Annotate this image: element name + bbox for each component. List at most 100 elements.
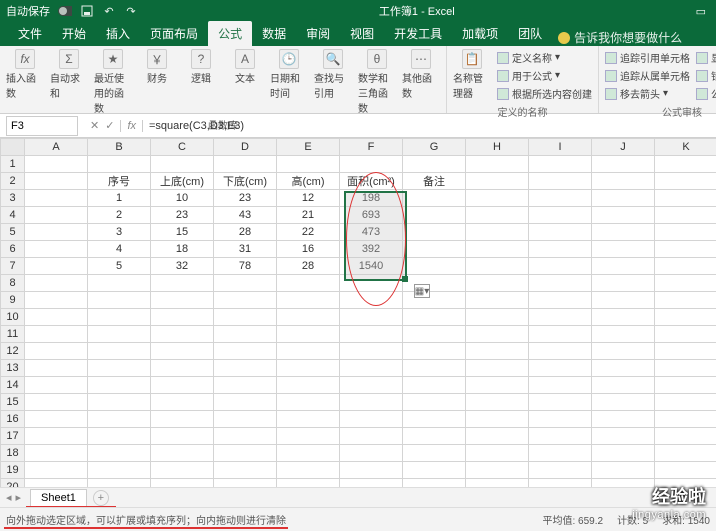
worksheet[interactable]: A B C D E F G H I J K 1 2 序号 上底(cm) 下底(c… <box>0 138 716 498</box>
tab-home[interactable]: 开始 <box>52 21 96 46</box>
ribbon-options-icon[interactable]: ▭ <box>696 5 706 18</box>
col-header-K[interactable]: K <box>655 139 716 156</box>
autosave-switch-icon[interactable] <box>58 4 72 18</box>
col-header-D[interactable]: D <box>214 139 277 156</box>
autosum-button[interactable]: Σ自动求和 <box>50 49 88 100</box>
tab-file[interactable]: 文件 <box>8 21 52 46</box>
sheet-nav-prev-icon[interactable]: ◂ <box>6 491 12 504</box>
define-name-button[interactable]: 定义名称 ▾ <box>497 49 592 66</box>
col-header-J[interactable]: J <box>592 139 655 156</box>
trace-precedents-button[interactable]: 追踪引用单元格 <box>605 49 690 66</box>
sheet-nav-next-icon[interactable]: ▸ <box>16 491 22 504</box>
cell[interactable]: 5 <box>88 258 151 275</box>
cell[interactable]: 22 <box>277 224 340 241</box>
trace-dependents-button[interactable]: 追踪从属单元格 <box>605 67 690 84</box>
cell[interactable]: 28 <box>214 224 277 241</box>
row-header[interactable]: 6 <box>1 241 25 258</box>
recent-fn-button[interactable]: ★最近使用的函数 <box>94 49 132 115</box>
logical-button[interactable]: ?逻辑 <box>182 49 220 85</box>
col-header-F[interactable]: F <box>340 139 403 156</box>
enter-icon[interactable]: ✓ <box>105 119 114 132</box>
cell[interactable]: 12 <box>277 190 340 207</box>
text-button[interactable]: A文本 <box>226 49 264 85</box>
cell[interactable]: 2 <box>88 207 151 224</box>
cell[interactable]: 高(cm) <box>277 173 340 190</box>
cell[interactable]: 面积(cm²) <box>340 173 403 190</box>
evaluate-formula-button[interactable]: 公式求值 <box>696 85 716 102</box>
col-header-B[interactable]: B <box>88 139 151 156</box>
select-all-corner[interactable] <box>1 139 25 156</box>
row-header[interactable]: 7 <box>1 258 25 275</box>
row-header[interactable]: 9 <box>1 292 25 309</box>
row-header[interactable]: 11 <box>1 326 25 343</box>
row-header[interactable]: 17 <box>1 428 25 445</box>
cell[interactable]: 392 <box>340 241 403 258</box>
col-header-C[interactable]: C <box>151 139 214 156</box>
remove-arrows-button[interactable]: 移去箭头 ▾ <box>605 85 690 102</box>
financial-button[interactable]: ￥财务 <box>138 49 176 85</box>
tab-view[interactable]: 视图 <box>340 21 384 46</box>
col-header-I[interactable]: I <box>529 139 592 156</box>
create-from-selection-button[interactable]: 根据所选内容创建 <box>497 85 592 102</box>
cell[interactable]: 693 <box>340 207 403 224</box>
cell[interactable]: 21 <box>277 207 340 224</box>
row-header[interactable]: 14 <box>1 377 25 394</box>
cell[interactable]: 43 <box>214 207 277 224</box>
row-header[interactable]: 12 <box>1 343 25 360</box>
row-header[interactable]: 4 <box>1 207 25 224</box>
new-sheet-button[interactable]: + <box>93 490 109 506</box>
name-box[interactable]: F3 <box>6 116 78 136</box>
cancel-icon[interactable]: ✕ <box>90 119 99 132</box>
show-formulas-button[interactable]: 显示公式 <box>696 49 716 66</box>
cell[interactable]: 10 <box>151 190 214 207</box>
cell[interactable]: 1 <box>88 190 151 207</box>
cell[interactable]: 23 <box>151 207 214 224</box>
tab-addins[interactable]: 加载项 <box>452 21 508 46</box>
cell[interactable]: 18 <box>151 241 214 258</box>
tab-team[interactable]: 团队 <box>508 21 552 46</box>
col-header-A[interactable]: A <box>25 139 88 156</box>
row-header[interactable]: 13 <box>1 360 25 377</box>
cell[interactable]: 1540 <box>340 258 403 275</box>
cell[interactable]: 23 <box>214 190 277 207</box>
sheet-tab[interactable]: Sheet1 <box>30 489 87 506</box>
row-header[interactable]: 15 <box>1 394 25 411</box>
cell[interactable]: 473 <box>340 224 403 241</box>
cell[interactable]: 序号 <box>88 173 151 190</box>
row-header[interactable]: 3 <box>1 190 25 207</box>
math-button[interactable]: θ数学和三角函数 <box>358 49 396 115</box>
tab-formulas[interactable]: 公式 <box>208 21 252 46</box>
col-header-H[interactable]: H <box>466 139 529 156</box>
cell[interactable]: 4 <box>88 241 151 258</box>
error-check-button[interactable]: 错误检查 ▾ <box>696 67 716 84</box>
tab-insert[interactable]: 插入 <box>96 21 140 46</box>
autofill-options-button[interactable]: ▦▾ <box>414 284 430 298</box>
cell[interactable]: 31 <box>214 241 277 258</box>
datetime-button[interactable]: 🕒日期和时间 <box>270 49 308 100</box>
col-header-E[interactable]: E <box>277 139 340 156</box>
tab-pagelayout[interactable]: 页面布局 <box>140 21 208 46</box>
tab-developer[interactable]: 开发工具 <box>384 21 452 46</box>
use-in-formula-button[interactable]: 用于公式 ▾ <box>497 67 592 84</box>
cell[interactable]: 28 <box>277 258 340 275</box>
formula-input[interactable]: =square(C3,D3,E3) <box>143 120 716 132</box>
more-fn-button[interactable]: ⋯其他函数 <box>402 49 440 100</box>
cell[interactable]: 上底(cm) <box>151 173 214 190</box>
cell[interactable]: 16 <box>277 241 340 258</box>
save-icon[interactable] <box>80 4 94 18</box>
undo-icon[interactable]: ↶ <box>102 4 116 18</box>
row-header[interactable]: 10 <box>1 309 25 326</box>
fx-label-icon[interactable]: fx <box>120 120 143 132</box>
cell[interactable]: 15 <box>151 224 214 241</box>
lookup-button[interactable]: 🔍查找与引用 <box>314 49 352 100</box>
row-header[interactable]: 2 <box>1 173 25 190</box>
col-header-G[interactable]: G <box>403 139 466 156</box>
row-header[interactable]: 8 <box>1 275 25 292</box>
autosave-toggle[interactable]: 自动保存 <box>6 3 50 19</box>
row-header[interactable]: 19 <box>1 462 25 479</box>
row-header[interactable]: 1 <box>1 156 25 173</box>
row-header[interactable]: 5 <box>1 224 25 241</box>
tell-me[interactable]: 告诉我你想要做什么 <box>558 29 682 46</box>
insert-function-button[interactable]: fx插入函数 <box>6 49 44 100</box>
cell[interactable]: 198 <box>340 190 403 207</box>
